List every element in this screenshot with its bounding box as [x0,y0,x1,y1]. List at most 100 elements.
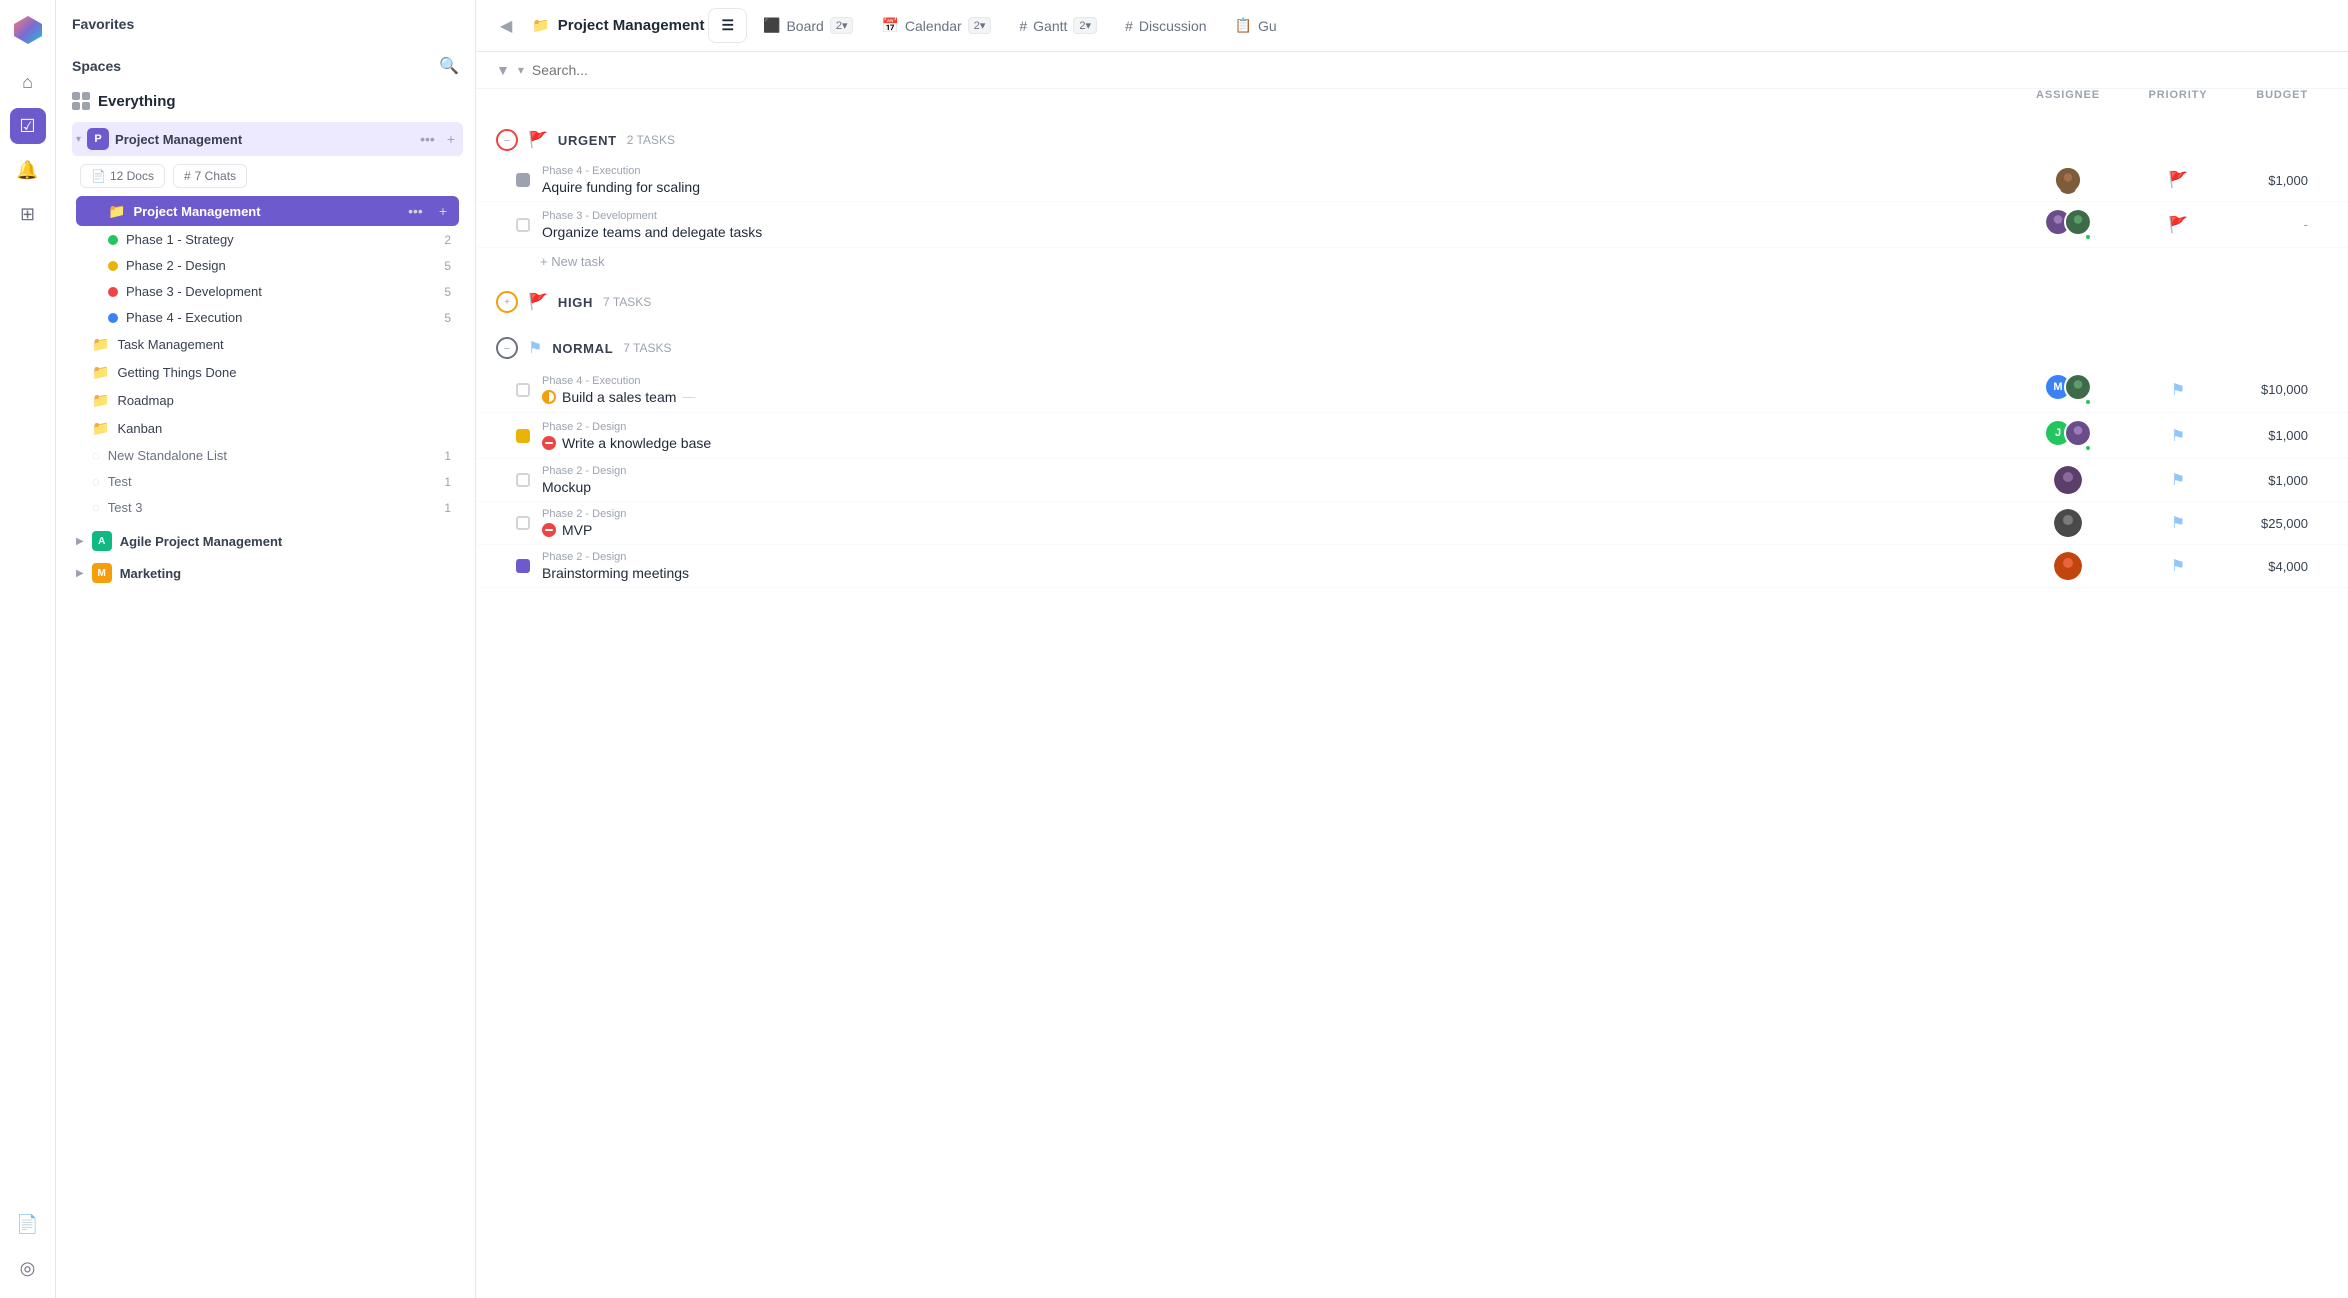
standalone-new-list[interactable]: ◌ New Standalone List 1 [76,443,459,468]
sub-space-agile[interactable]: ▶ A Agile Project Management [60,526,471,556]
task-row-aquire-funding[interactable]: Phase 4 - Execution Aquire funding for s… [476,159,2348,202]
task-checkbox-2[interactable] [516,218,530,232]
task-checkbox-1[interactable] [516,173,530,187]
phase-2-label: Phase 2 - Design [126,258,436,273]
folder-icon-roadmap: 📁 [92,392,109,409]
space-header-project-management[interactable]: ▾ P Project Management ••• + [72,122,463,156]
bell-nav-icon[interactable]: 🔔 [10,152,46,188]
folder-task-management[interactable]: 📁 Task Management [76,331,459,358]
calendar-tab[interactable]: 📅 Calendar 2▾ [869,9,1003,42]
space-more-btn[interactable]: ••• [416,129,439,149]
phase-3-dot [108,287,118,297]
list-item-phase-1[interactable]: Phase 1 - Strategy 2 [76,227,459,252]
folder-kanban[interactable]: 📁 Kanban [76,415,459,442]
agile-label: Agile Project Management [120,534,283,549]
list-item-phase-2[interactable]: Phase 2 - Design 5 [76,253,459,278]
high-count: 7 TASKS [603,295,651,309]
task-group-high-header[interactable]: + 🚩 HIGH 7 TASKS [476,283,2348,321]
main-content: ◀ 📁 Project Management ☰ ⬛ Board 2▾ 📅 Ca… [476,0,2348,1298]
task-assignee-7 [2008,552,2128,580]
urgent-flag-icon: 🚩 [528,130,548,150]
urgent-collapse-btn[interactable]: – [496,129,518,151]
folder-roadmap[interactable]: 📁 Roadmap [76,387,459,414]
chats-badge[interactable]: # 7 Chats [173,164,247,188]
discussion-tab-icon: # [1125,18,1133,34]
task-row-mvp[interactable]: Phase 2 - Design MVP ⚑ $25,00 [476,502,2348,545]
high-collapse-btn[interactable]: + [496,291,518,313]
standalone-test[interactable]: ◌ Test 1 [76,469,459,494]
task-row-knowledge-base[interactable]: Phase 2 - Design Write a knowledge base … [476,413,2348,459]
avatar-1 [2054,166,2082,194]
task-checkbox-3[interactable] [516,383,530,397]
task-row-organize-teams[interactable]: Phase 3 - Development Organize teams and… [476,202,2348,248]
task-budget-6: $25,000 [2228,516,2328,531]
task-name-text-6: MVP [562,522,592,538]
pm-add-btn[interactable]: + [435,201,451,221]
task-assignee-5 [2008,466,2128,494]
sub-space-marketing[interactable]: ▶ M Marketing [60,558,471,588]
task-row-mockup[interactable]: Phase 2 - Design Mockup ⚑ $1,000 [476,459,2348,502]
folder-icon-gtd: 📁 [92,364,109,381]
task-checkbox-7[interactable] [516,559,530,573]
list-item-project-management[interactable]: 📁 Project Management ••• + [76,196,459,226]
folder-icon-pm: 📁 [108,203,125,220]
task-row-sales-team[interactable]: Phase 4 - Execution Build a sales team —… [476,367,2348,413]
folder-getting-things-done[interactable]: 📁 Getting Things Done [76,359,459,386]
agile-collapse-arrow: ▶ [76,536,84,547]
docs-badge[interactable]: 📄 12 Docs [80,164,165,188]
discussion-tab[interactable]: # Discussion [1113,10,1219,42]
icon-bar: ⌂ ☑ 🔔 ⊞ 📄 ◎ [0,0,56,1298]
task-info-5: Phase 2 - Design Mockup [542,465,2008,495]
standalone-label-3: Test 3 [108,500,437,515]
task-name-2: Organize teams and delegate tasks [542,224,2008,240]
space-add-btn[interactable]: + [443,129,459,149]
normal-flag-icon: ⚑ [528,338,542,358]
list-tab-icon: ☰ [721,17,734,34]
sidebar-toggle-btn[interactable]: ◀ [492,8,520,44]
task-info-2: Phase 3 - Development Organize teams and… [542,210,2008,240]
tasks-nav-icon[interactable]: ☑ [10,108,46,144]
task-checkbox-4[interactable] [516,429,530,443]
task-name-4: Write a knowledge base [542,435,2008,451]
task-priority-3: ⚑ [2128,380,2228,400]
list-item-phase-4[interactable]: Phase 4 - Execution 5 [76,305,459,330]
task-group-urgent-header[interactable]: – 🚩 URGENT 2 TASKS [476,121,2348,159]
gu-tab[interactable]: 📋 Gu [1223,9,1289,42]
task-checkbox-6[interactable] [516,516,530,530]
radio-nav-icon[interactable]: ◎ [10,1250,46,1286]
task-info-6: Phase 2 - Design MVP [542,508,2008,538]
priority-col-header: PRIORITY [2128,89,2228,101]
grid-nav-icon[interactable]: ⊞ [10,196,46,232]
app-logo[interactable] [10,12,46,48]
task-row-brainstorming[interactable]: Phase 2 - Design Brainstorming meetings … [476,545,2348,588]
task-budget-1: $1,000 [2228,173,2328,188]
priority-flag-blue-7: ⚑ [2171,556,2185,576]
home-nav-icon[interactable]: ⌂ [10,64,46,100]
everything-item[interactable]: Everything [56,84,475,118]
new-task-urgent[interactable]: + New task [476,248,2348,275]
task-group-normal-header[interactable]: – ⚑ NORMAL 7 TASKS [476,329,2348,367]
assignee-col-header: ASSIGNEE [2008,89,2128,101]
task-assignee-2 [2008,208,2128,241]
normal-collapse-btn[interactable]: – [496,337,518,359]
filter-funnel-icon[interactable]: ▼ [496,62,510,78]
filter-dropdown-arrow[interactable]: ▾ [518,63,524,77]
standalone-test-3[interactable]: ◌ Test 3 1 [76,495,459,520]
task-name-1: Aquire funding for scaling [542,179,2008,195]
board-tab[interactable]: ⬛ Board 2▾ [751,9,865,42]
status-in-progress-3 [542,390,556,404]
list-item-phase-3[interactable]: Phase 3 - Development 5 [76,279,459,304]
marketing-avatar: M [92,563,112,583]
standalone-count-1: 1 [444,449,451,463]
sidebar-favorites-header: Favorites [56,0,475,40]
search-input[interactable] [532,62,2328,78]
task-checkbox-5[interactable] [516,473,530,487]
standalone-icon-1: ◌ [92,448,100,463]
pm-more-btn[interactable]: ••• [404,201,427,221]
doc-nav-icon[interactable]: 📄 [10,1206,46,1242]
sidebar-search-icon[interactable]: 🔍 [439,56,459,76]
folder-label-roadmap: Roadmap [117,393,173,408]
task-budget-5: $1,000 [2228,473,2328,488]
list-tab[interactable]: ☰ [708,8,747,43]
gantt-tab[interactable]: # Gantt 2▾ [1007,9,1109,42]
